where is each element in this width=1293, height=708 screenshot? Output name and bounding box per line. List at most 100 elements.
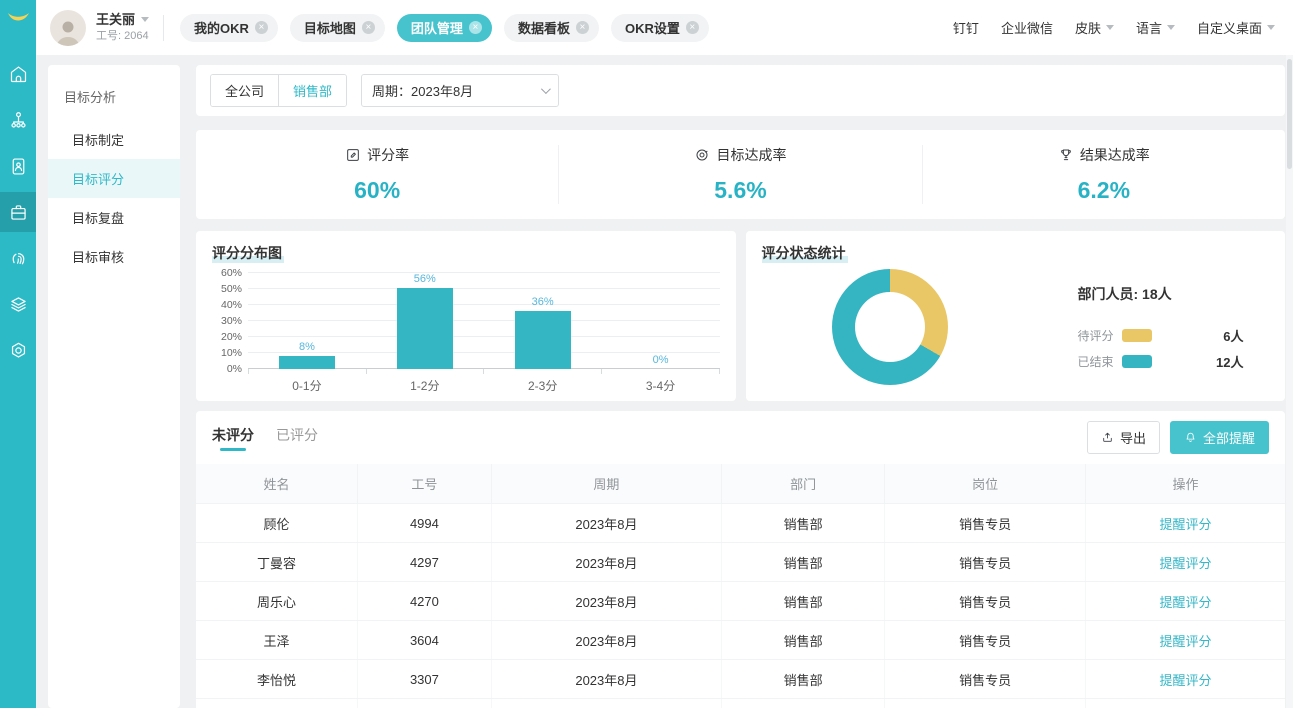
sidebar-item-目标评分[interactable]: 目标评分 (48, 159, 180, 198)
avatar[interactable] (50, 10, 86, 46)
y-tick-label: 50% (221, 283, 242, 295)
stats-summary: 评分率 60% 目标达成率 5.6% 结果达成率 6.2% (196, 130, 1285, 219)
table-cell: 4994 (358, 504, 492, 543)
bar-value-label: 8% (299, 341, 315, 353)
table-cell: 4297 (358, 543, 492, 582)
table-tab-未评分[interactable]: 未评分 (212, 425, 254, 451)
stat-value: 5.6% (559, 177, 921, 204)
table-cell: 2023年8月 (491, 621, 721, 660)
header-tab[interactable]: 数据看板 × (504, 14, 599, 42)
main-panel: 全公司销售部 周期：2023年8月 评分率 60% 目标达成率 5.6% (196, 65, 1285, 708)
topbar-menu-皮肤[interactable]: 皮肤 (1075, 18, 1114, 37)
sidebar-item-目标审核[interactable]: 目标审核 (48, 237, 180, 276)
menu-item-label: 语言 (1136, 18, 1162, 37)
department-headcount: 部门人员: 18人 (1078, 284, 1244, 304)
app-logo[interactable] (0, 0, 36, 36)
bar[interactable] (397, 288, 453, 369)
menu-item-label: 皮肤 (1075, 18, 1101, 37)
header-tab[interactable]: OKR设置× (611, 14, 709, 42)
sidebar-item-目标复盘[interactable]: 目标复盘 (48, 198, 180, 237)
column-header-部门: 部门 (722, 464, 885, 504)
y-tick-label: 10% (221, 347, 242, 359)
remind-score-link[interactable]: 提醒评分 (1160, 517, 1212, 532)
chart-title: 评分分布图 (212, 243, 720, 263)
stat-label: 评分率 (367, 145, 409, 165)
remind-score-link[interactable]: 提醒评分 (1160, 595, 1212, 610)
user-block[interactable]: 王关丽 工号: 2064 (96, 12, 149, 44)
table-row: 丁曼容42972023年8月销售部销售专员提醒评分 (196, 543, 1285, 582)
stat-result-achievement: 结果达成率 6.2% (922, 145, 1285, 204)
bell-icon (1184, 431, 1197, 444)
rail-item-profile-doc[interactable] (0, 146, 36, 186)
topbar-menu-自定义桌面[interactable]: 自定义桌面 (1197, 18, 1275, 37)
column-header-操作: 操作 (1086, 464, 1285, 504)
table-cell: 销售专员 (885, 621, 1086, 660)
table-toolbar: 未评分已评分 导出 全部提醒 (196, 421, 1285, 464)
legend-value: 12人 (1210, 352, 1244, 371)
scope-button-全公司[interactable]: 全公司 (211, 75, 278, 106)
scrollbar[interactable] (1286, 55, 1293, 708)
close-icon[interactable]: × (362, 21, 375, 34)
scrollbar-thumb[interactable] (1287, 59, 1292, 169)
sidebar-item-目标制定[interactable]: 目标制定 (48, 120, 180, 159)
y-tick-label: 0% (227, 363, 242, 375)
remind-score-link[interactable]: 提醒评分 (1160, 673, 1212, 688)
stat-goal-achievement: 目标达成率 5.6% (558, 145, 921, 204)
user-employee-no: 工号: 2064 (96, 30, 149, 44)
scope-button-销售部[interactable]: 销售部 (278, 75, 346, 106)
rail-item-settings[interactable] (0, 330, 36, 370)
header-tab[interactable]: 目标地图 × (290, 14, 385, 42)
table-cell-action: 提醒评分 (1086, 699, 1285, 708)
header-tab[interactable]: 团队管理× (397, 14, 492, 42)
bar[interactable] (515, 311, 571, 369)
table-cell: 2023年8月 (491, 660, 721, 699)
table-tabs: 未评分已评分 (212, 425, 340, 451)
table-cell: 2023年8月 (491, 582, 721, 621)
donut-legend: 待评分6人已结束12人 (1078, 326, 1244, 371)
header-tab-label: 我的OKR (194, 18, 249, 37)
header-tab-label: 目标地图 (304, 18, 356, 37)
rail-item-layers[interactable] (0, 284, 36, 324)
header-tab-label: 数据看板 (518, 18, 570, 37)
close-icon[interactable]: × (686, 21, 699, 34)
donut-chart: 部门人员: 18人 待评分6人已结束12人 (762, 263, 1270, 391)
header-tab[interactable]: 我的OKR × (180, 14, 278, 42)
period-value: 周期：2023年8月 (372, 81, 473, 100)
legend-swatch (1122, 355, 1152, 368)
remind-all-button[interactable]: 全部提醒 (1170, 421, 1269, 454)
table-cell-action: 提醒评分 (1086, 621, 1285, 660)
topbar-menu-语言[interactable]: 语言 (1136, 18, 1175, 37)
divider (163, 15, 164, 41)
bar-chart: 0%10%20%30%40%50%60% 8%56%36%0% (212, 273, 720, 369)
table-cell: 销售专员 (885, 660, 1086, 699)
table-tab-已评分[interactable]: 已评分 (276, 425, 318, 451)
bar[interactable] (279, 356, 335, 369)
legend-item-已结束: 已结束12人 (1078, 352, 1244, 371)
table-cell-action: 提醒评分 (1086, 660, 1285, 699)
close-icon[interactable]: × (576, 21, 589, 34)
remind-score-link[interactable]: 提醒评分 (1160, 634, 1212, 649)
x-category-label: 3-4分 (602, 374, 720, 394)
close-icon[interactable]: × (255, 21, 268, 34)
rail-item-org[interactable] (0, 100, 36, 140)
stat-label: 目标达成率 (716, 145, 786, 165)
fingerprint-icon (8, 248, 29, 269)
topbar-menu-钉钉[interactable]: 钉钉 (953, 18, 979, 37)
topbar-menu-企业微信[interactable]: 企业微信 (1001, 18, 1053, 37)
bar-slots: 8%56%36%0% (248, 273, 720, 369)
period-dropdown[interactable]: 周期：2023年8月 (361, 74, 559, 107)
export-button[interactable]: 导出 (1087, 421, 1160, 454)
content-area: 目标分析 目标制定目标评分目标复盘目标审核 全公司销售部 周期：2023年8月 … (36, 55, 1293, 708)
rail-item-home[interactable] (0, 54, 36, 94)
rail-item-fingerprint[interactable] (0, 238, 36, 278)
remind-score-link[interactable]: 提醒评分 (1160, 556, 1212, 571)
legend-label: 待评分 (1078, 327, 1114, 344)
home-icon (8, 64, 29, 85)
donut-ring (832, 269, 948, 385)
close-icon[interactable]: × (469, 21, 482, 34)
y-tick-label: 30% (221, 315, 242, 327)
table-cell: 2023年8月 (491, 699, 721, 708)
y-tick-label: 20% (221, 331, 242, 343)
rail-item-briefcase[interactable] (0, 192, 36, 232)
bar-slot: 8% (248, 273, 366, 369)
